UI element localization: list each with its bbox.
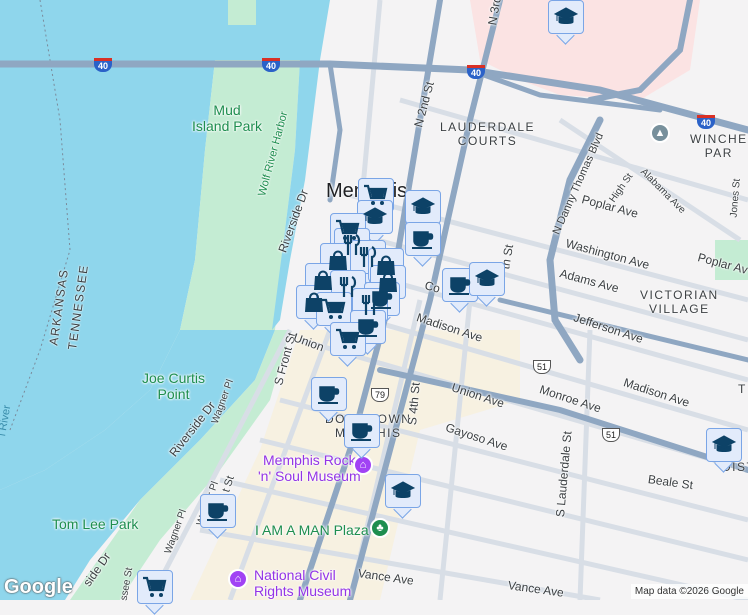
- area-edge: T: [738, 382, 747, 396]
- coffee-marker[interactable]: [405, 222, 441, 267]
- i40-shield: 40: [697, 115, 715, 129]
- google-logo: Google: [4, 576, 73, 598]
- coffee-cup-icon: [207, 503, 229, 521]
- area-victorian-village: VICTORIAN VILLAGE: [640, 288, 719, 316]
- area-lauderdale-courts: LAUDERDALE COURTS: [440, 120, 536, 148]
- cart-marker[interactable]: [330, 322, 366, 367]
- map-attribution[interactable]: Map data ©2026 Google: [630, 584, 748, 599]
- coffee-cup-icon: [318, 386, 340, 404]
- us51-shield: 51: [602, 428, 620, 442]
- fork-knife-icon: [361, 294, 379, 315]
- school-marker[interactable]: [469, 262, 505, 307]
- shopping-cart-icon: [143, 576, 167, 597]
- museum-pin-icon[interactable]: ⌂: [353, 455, 373, 475]
- shopping-cart-icon: [364, 184, 388, 205]
- coffee-marker[interactable]: [344, 414, 380, 459]
- school-marker[interactable]: [548, 0, 584, 45]
- us51-shield: 51: [533, 360, 551, 374]
- graduation-cap-icon: [474, 269, 500, 286]
- shopping-cart-icon: [336, 328, 360, 349]
- school-marker[interactable]: [706, 428, 742, 473]
- coffee-marker[interactable]: [200, 494, 236, 539]
- graduation-cap-icon: [362, 207, 388, 224]
- shopping-bag-icon: [314, 270, 332, 290]
- park-mud-island: Mud Island Park: [192, 102, 263, 134]
- i40-shield: 40: [262, 58, 280, 72]
- i40-shield: 40: [467, 65, 485, 79]
- coffee-cup-icon: [412, 231, 434, 249]
- coffee-marker[interactable]: [311, 377, 347, 422]
- area-winchester-park: WINCHE PAR: [690, 132, 748, 160]
- coffee-cup-icon: [449, 277, 471, 295]
- coffee-cup-icon: [351, 423, 373, 441]
- i40-shield: 40: [94, 58, 112, 72]
- poi-civil-rights-museum[interactable]: National Civil Rights Museum: [254, 567, 351, 599]
- graduation-cap-icon: [711, 435, 737, 452]
- park-joe-curtis: Joe Curtis Point: [142, 370, 206, 402]
- graduation-cap-icon: [410, 197, 436, 214]
- us79-shield: 79: [371, 388, 389, 402]
- school-marker[interactable]: [385, 474, 421, 519]
- park-tom-lee: Tom Lee Park: [52, 516, 139, 532]
- cart-marker[interactable]: [137, 570, 173, 615]
- park-i-am-a-man: I AM A MAN Plaza: [255, 522, 369, 538]
- shopping-cart-icon: [322, 298, 346, 319]
- museum-pin-icon[interactable]: ⌂: [228, 569, 248, 589]
- park-pin-icon[interactable]: ♣: [370, 518, 390, 538]
- school-pin-icon[interactable]: ▲: [650, 123, 670, 143]
- graduation-cap-icon: [553, 7, 579, 24]
- graduation-cap-icon: [390, 481, 416, 498]
